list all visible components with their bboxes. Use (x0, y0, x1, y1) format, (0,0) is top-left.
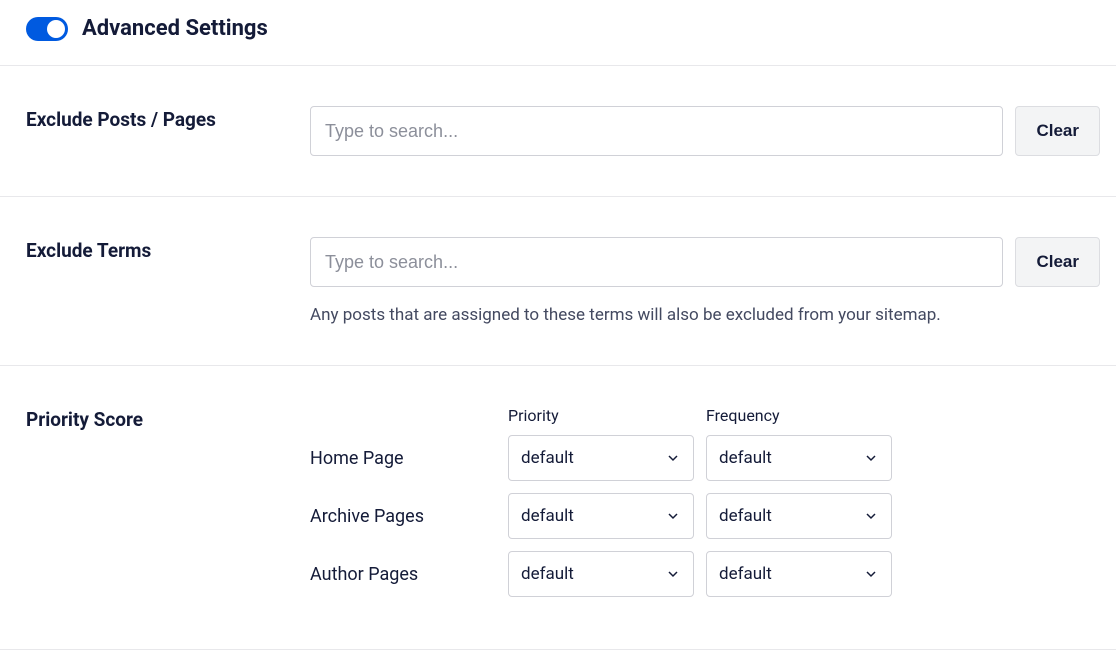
chevron-down-icon (863, 508, 879, 524)
priority-score-label: Priority Score (26, 406, 310, 609)
exclude-posts-search-input[interactable] (310, 106, 1003, 156)
exclude-terms-label: Exclude Terms (26, 237, 310, 325)
advanced-settings-header: Advanced Settings (0, 0, 1116, 66)
advanced-settings-title: Advanced Settings (82, 16, 268, 41)
exclude-posts-row: Clear (310, 106, 1100, 156)
advanced-settings-toggle[interactable] (26, 17, 68, 41)
toggle-knob (47, 20, 65, 38)
select-value: default (521, 448, 574, 468)
priority-row-home-page: Home Page default default (310, 435, 1100, 481)
select-value: default (521, 506, 574, 526)
priority-row-author-pages: Author Pages default default (310, 551, 1100, 597)
exclude-posts-clear-button[interactable]: Clear (1015, 106, 1100, 156)
exclude-terms-content: Clear Any posts that are assigned to the… (310, 237, 1100, 325)
home-page-frequency-select[interactable]: default (706, 435, 892, 481)
section-exclude-posts: Exclude Posts / Pages Clear (0, 66, 1116, 197)
chevron-down-icon (863, 566, 879, 582)
select-value: default (521, 564, 574, 584)
exclude-terms-search-input[interactable] (310, 237, 1003, 287)
author-pages-priority-select[interactable]: default (508, 551, 694, 597)
priority-row-label: Author Pages (310, 564, 508, 585)
author-pages-frequency-select[interactable]: default (706, 551, 892, 597)
section-exclude-terms: Exclude Terms Clear Any posts that are a… (0, 197, 1116, 366)
select-value: default (719, 448, 772, 468)
exclude-terms-row: Clear (310, 237, 1100, 287)
priority-score-content: Priority Frequency Home Page default def… (310, 406, 1100, 609)
select-value: default (719, 506, 772, 526)
priority-row-label: Home Page (310, 448, 508, 469)
chevron-down-icon (665, 508, 681, 524)
home-page-priority-select[interactable]: default (508, 435, 694, 481)
exclude-terms-clear-button[interactable]: Clear (1015, 237, 1100, 287)
exclude-posts-label: Exclude Posts / Pages (26, 106, 310, 156)
priority-row-label: Archive Pages (310, 506, 508, 527)
archive-pages-priority-select[interactable]: default (508, 493, 694, 539)
frequency-column-header: Frequency (706, 406, 904, 425)
priority-column-header: Priority (508, 406, 706, 425)
exclude-posts-content: Clear (310, 106, 1100, 156)
section-priority-score: Priority Score Priority Frequency Home P… (0, 366, 1116, 650)
archive-pages-frequency-select[interactable]: default (706, 493, 892, 539)
chevron-down-icon (863, 450, 879, 466)
priority-header-spacer (310, 406, 508, 425)
exclude-terms-helper-text: Any posts that are assigned to these ter… (310, 305, 1100, 325)
priority-grid-header: Priority Frequency (310, 406, 1100, 425)
chevron-down-icon (665, 450, 681, 466)
chevron-down-icon (665, 566, 681, 582)
select-value: default (719, 564, 772, 584)
priority-row-archive-pages: Archive Pages default default (310, 493, 1100, 539)
